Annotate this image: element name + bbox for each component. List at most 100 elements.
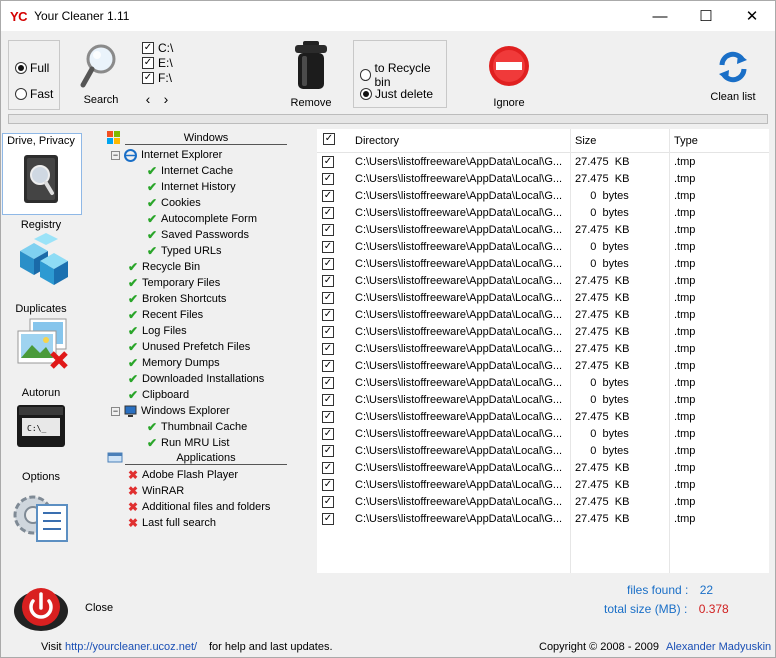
just-delete-radio[interactable]: [360, 88, 372, 100]
table-row[interactable]: ✓ C:\Users\listoffreeware\AppData\Local\G…: [317, 188, 769, 205]
tree-item[interactable]: ✔ Unused Prefetch Files: [128, 339, 250, 355]
table-row[interactable]: ✓ C:\Users\listoffreeware\AppData\Local\G…: [317, 205, 769, 222]
row-checkbox[interactable]: ✓: [322, 411, 334, 423]
collapse-icon[interactable]: −: [111, 150, 120, 160]
drive-c-option[interactable]: ✓ C:\: [142, 40, 182, 55]
table-row[interactable]: ✓ C:\Users\listoffreeware\AppData\Local\G…: [317, 511, 769, 528]
column-header-size[interactable]: Size: [575, 135, 596, 147]
table-row[interactable]: ✓ C:\Users\listoffreeware\AppData\Local\G…: [317, 222, 769, 239]
tree-item[interactable]: ✖ Last full search: [128, 515, 216, 531]
clean-list-button[interactable]: Clean list: [705, 45, 761, 107]
drive-f-option[interactable]: ✓ F:\: [142, 70, 182, 85]
table-row[interactable]: ✓ C:\Users\listoffreeware\AppData\Local\G…: [317, 239, 769, 256]
sidebar-item-duplicates[interactable]: Duplicates: [1, 303, 81, 387]
tree-item[interactable]: ✔ Autocomplete Form: [147, 211, 257, 227]
tree-item[interactable]: ✔ Log Files: [128, 323, 187, 339]
ignore-button[interactable]: Ignore: [481, 41, 537, 111]
tree-item[interactable]: ✔ Temporary Files: [128, 275, 220, 291]
table-row[interactable]: ✓ C:\Users\listoffreeware\AppData\Local\G…: [317, 477, 769, 494]
row-checkbox[interactable]: ✓: [322, 309, 334, 321]
to-recycle-bin-radio[interactable]: [360, 69, 372, 81]
tree-item[interactable]: ✔ Thumbnail Cache: [147, 419, 247, 435]
drive-e-option[interactable]: ✓ E:\: [142, 55, 182, 70]
tree-node-windows-explorer[interactable]: − Windows Explorer: [111, 403, 230, 419]
row-checkbox[interactable]: ✓: [322, 190, 334, 202]
table-row[interactable]: ✓ C:\Users\listoffreeware\AppData\Local\G…: [317, 443, 769, 460]
table-row[interactable]: ✓ C:\Users\listoffreeware\AppData\Local\G…: [317, 273, 769, 290]
sidebar-item-options[interactable]: Options: [1, 471, 81, 551]
row-checkbox[interactable]: ✓: [322, 360, 334, 372]
table-row[interactable]: ✓ C:\Users\listoffreeware\AppData\Local\G…: [317, 256, 769, 273]
sidebar-item-drive-privacy[interactable]: Drive, Privacy: [1, 135, 81, 215]
row-checkbox[interactable]: ✓: [322, 428, 334, 440]
search-button[interactable]: Search: [75, 39, 127, 109]
table-row[interactable]: ✓ C:\Users\listoffreeware\AppData\Local\G…: [317, 358, 769, 375]
sidebar-item-registry[interactable]: Registry: [1, 219, 81, 301]
tree-node-internet-explorer[interactable]: − Internet Explorer: [111, 147, 222, 163]
tree-item[interactable]: ✔ Clipboard: [128, 387, 189, 403]
drive-next-button[interactable]: ›: [160, 92, 172, 107]
row-checkbox[interactable]: ✓: [322, 343, 334, 355]
website-link[interactable]: http://yourcleaner.ucoz.net/: [65, 641, 197, 653]
tree-item[interactable]: ✖ WinRAR: [128, 483, 184, 499]
collapse-icon[interactable]: −: [111, 406, 120, 416]
tree-item[interactable]: ✔ Broken Shortcuts: [128, 291, 226, 307]
column-header-directory[interactable]: Directory: [355, 135, 399, 147]
row-checkbox[interactable]: ✓: [322, 445, 334, 457]
tree-item[interactable]: ✔ Saved Passwords: [147, 227, 249, 243]
row-checkbox[interactable]: ✓: [322, 241, 334, 253]
drive-prev-button[interactable]: ‹: [142, 92, 154, 107]
tree-item[interactable]: ✖ Adobe Flash Player: [128, 467, 238, 483]
tree-item[interactable]: ✔ Cookies: [147, 195, 201, 211]
row-checkbox[interactable]: ✓: [322, 479, 334, 491]
drive-c-checkbox[interactable]: ✓: [142, 41, 154, 54]
remove-button[interactable]: Remove: [283, 39, 339, 111]
tree-item[interactable]: ✔ Internet Cache: [147, 163, 233, 179]
tree-item[interactable]: ✔ Run MRU List: [147, 435, 229, 451]
row-checkbox[interactable]: ✓: [322, 173, 334, 185]
table-row[interactable]: ✓ C:\Users\listoffreeware\AppData\Local\G…: [317, 154, 769, 171]
tree-item[interactable]: ✔ Recent Files: [128, 307, 203, 323]
table-row[interactable]: ✓ C:\Users\listoffreeware\AppData\Local\G…: [317, 324, 769, 341]
row-checkbox[interactable]: ✓: [322, 292, 334, 304]
row-checkbox[interactable]: ✓: [322, 275, 334, 287]
mode-fast-option[interactable]: Fast: [15, 87, 53, 101]
just-delete-option[interactable]: Just delete: [360, 87, 433, 101]
table-row[interactable]: ✓ C:\Users\listoffreeware\AppData\Local\G…: [317, 494, 769, 511]
mode-fast-radio[interactable]: [15, 88, 27, 100]
row-checkbox[interactable]: ✓: [322, 496, 334, 508]
row-checkbox[interactable]: ✓: [322, 394, 334, 406]
maximize-button[interactable]: ☐: [683, 1, 729, 31]
select-all-checkbox[interactable]: ✓: [323, 133, 335, 145]
table-row[interactable]: ✓ C:\Users\listoffreeware\AppData\Local\G…: [317, 426, 769, 443]
to-recycle-bin-option[interactable]: to Recycle bin: [360, 61, 446, 89]
drive-f-checkbox[interactable]: ✓: [142, 71, 154, 84]
row-checkbox[interactable]: ✓: [322, 224, 334, 236]
tree-item[interactable]: ✔ Memory Dumps: [128, 355, 220, 371]
row-checkbox[interactable]: ✓: [322, 377, 334, 389]
table-row[interactable]: ✓ C:\Users\listoffreeware\AppData\Local\G…: [317, 171, 769, 188]
tree-item[interactable]: ✔ Recycle Bin: [128, 259, 200, 275]
table-row[interactable]: ✓ C:\Users\listoffreeware\AppData\Local\G…: [317, 290, 769, 307]
mode-full-radio[interactable]: [15, 62, 27, 74]
row-checkbox[interactable]: ✓: [322, 207, 334, 219]
tree-item[interactable]: ✔ Downloaded Installations: [128, 371, 264, 387]
table-row[interactable]: ✓ C:\Users\listoffreeware\AppData\Local\G…: [317, 392, 769, 409]
row-checkbox[interactable]: ✓: [322, 513, 334, 525]
table-row[interactable]: ✓ C:\Users\listoffreeware\AppData\Local\G…: [317, 409, 769, 426]
row-checkbox[interactable]: ✓: [322, 258, 334, 270]
table-row[interactable]: ✓ C:\Users\listoffreeware\AppData\Local\G…: [317, 307, 769, 324]
table-row[interactable]: ✓ C:\Users\listoffreeware\AppData\Local\G…: [317, 460, 769, 477]
close-app-button[interactable]: Close: [13, 583, 123, 633]
table-row[interactable]: ✓ C:\Users\listoffreeware\AppData\Local\G…: [317, 375, 769, 392]
minimize-button[interactable]: —: [637, 1, 683, 31]
row-checkbox[interactable]: ✓: [322, 326, 334, 338]
tree-item[interactable]: ✖ Additional files and folders: [128, 499, 270, 515]
drive-e-checkbox[interactable]: ✓: [142, 56, 154, 69]
row-checkbox[interactable]: ✓: [322, 156, 334, 168]
table-row[interactable]: ✓ C:\Users\listoffreeware\AppData\Local\G…: [317, 341, 769, 358]
mode-full-option[interactable]: Full: [15, 61, 49, 75]
tree-item[interactable]: ✔ Internet History: [147, 179, 236, 195]
column-header-type[interactable]: Type: [674, 135, 698, 147]
row-checkbox[interactable]: ✓: [322, 462, 334, 474]
